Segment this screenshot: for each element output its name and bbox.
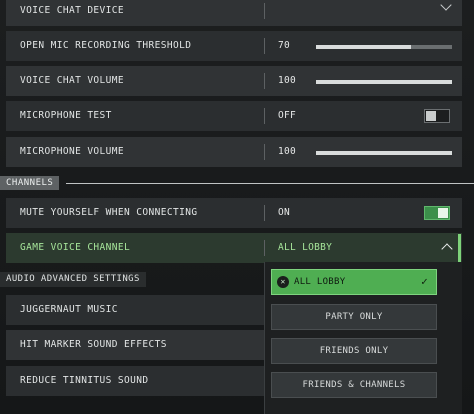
dropdown-option-label: FRIENDS ONLY xyxy=(319,346,389,356)
slider-fill xyxy=(316,45,412,49)
mute-when-connecting-row[interactable]: MUTE YOURSELF WHEN CONNECTING ON xyxy=(6,198,462,228)
mute-when-connecting-toggle[interactable] xyxy=(424,206,450,220)
chevron-down-icon[interactable] xyxy=(440,0,452,11)
active-row-indicator xyxy=(458,234,461,262)
audio-advanced-settings-header: AUDIO ADVANCED SETTINGS xyxy=(0,272,146,287)
microphone-test-toggle[interactable] xyxy=(424,109,450,123)
game-voice-channel-label: GAME VOICE CHANNEL xyxy=(20,242,131,253)
audio-settings-screen: VOICE CHAT DEVICE OPEN MIC RECORDING THR… xyxy=(0,0,474,414)
toggle-knob xyxy=(426,111,436,121)
dropdown-option-friends-and-channels[interactable]: FRIENDS & CHANNELS xyxy=(271,372,437,398)
open-mic-threshold-row[interactable]: OPEN MIC RECORDING THRESHOLD 70 xyxy=(6,31,462,61)
xbox-button-icon: ✕ xyxy=(277,276,289,288)
microphone-volume-label: MICROPHONE VOLUME xyxy=(20,146,125,157)
row-divider xyxy=(264,3,265,19)
voice-chat-volume-label: VOICE CHAT VOLUME xyxy=(20,75,125,86)
voice-chat-volume-row[interactable]: VOICE CHAT VOLUME 100 xyxy=(6,66,462,96)
row-divider xyxy=(264,205,265,221)
chevron-up-icon[interactable] xyxy=(441,243,453,255)
voice-chat-volume-slider[interactable] xyxy=(316,80,452,84)
voice-chat-volume-value: 100 xyxy=(278,75,297,86)
row-divider xyxy=(264,38,265,54)
game-voice-channel-value: ALL LOBBY xyxy=(278,242,333,253)
slider-fill xyxy=(316,151,452,155)
check-icon: ✓ xyxy=(421,275,428,288)
microphone-test-value: OFF xyxy=(278,110,297,121)
mute-when-connecting-value: ON xyxy=(278,207,291,218)
microphone-test-label: MICROPHONE TEST xyxy=(20,110,112,121)
open-mic-threshold-slider[interactable] xyxy=(316,45,452,49)
dropdown-option-friends-only[interactable]: FRIENDS ONLY xyxy=(271,338,437,364)
voice-chat-device-label: VOICE CHAT DEVICE xyxy=(20,5,125,16)
open-mic-threshold-label: OPEN MIC RECORDING THRESHOLD xyxy=(20,40,192,51)
microphone-test-row[interactable]: MICROPHONE TEST OFF xyxy=(6,101,462,131)
game-voice-channel-dropdown: ✕ ALL LOBBY ✓ PARTY ONLY FRIENDS ONLY FR… xyxy=(264,262,462,414)
slider-fill xyxy=(316,80,452,84)
row-divider xyxy=(264,240,265,256)
voice-chat-device-row[interactable]: VOICE CHAT DEVICE xyxy=(6,0,462,26)
game-voice-channel-row[interactable]: GAME VOICE CHANNEL ALL LOBBY xyxy=(6,233,462,263)
row-divider xyxy=(264,73,265,89)
microphone-volume-row[interactable]: MICROPHONE VOLUME 100 xyxy=(6,137,462,167)
toggle-knob xyxy=(438,208,448,218)
mute-when-connecting-label: MUTE YOURSELF WHEN CONNECTING xyxy=(20,207,198,218)
channels-section-header: CHANNELS xyxy=(0,176,60,190)
dropdown-option-party-only[interactable]: PARTY ONLY xyxy=(271,304,437,330)
section-divider-line xyxy=(66,183,474,184)
dropdown-option-label: FRIENDS & CHANNELS xyxy=(302,380,406,390)
hit-marker-sound-effects-label: HIT MARKER SOUND EFFECTS xyxy=(20,339,167,350)
reduce-tinnitus-sound-label: REDUCE TINNITUS SOUND xyxy=(20,375,149,386)
row-divider xyxy=(264,144,265,160)
dropdown-option-all-lobby[interactable]: ✕ ALL LOBBY ✓ xyxy=(271,269,437,295)
row-divider xyxy=(264,108,265,124)
microphone-volume-value: 100 xyxy=(278,146,297,157)
dropdown-option-label: ALL LOBBY xyxy=(294,277,346,287)
open-mic-threshold-value: 70 xyxy=(278,40,291,51)
dropdown-option-label: PARTY ONLY xyxy=(325,312,383,322)
microphone-volume-slider[interactable] xyxy=(316,151,452,155)
juggernaut-music-label: JUGGERNAUT MUSIC xyxy=(20,304,118,315)
